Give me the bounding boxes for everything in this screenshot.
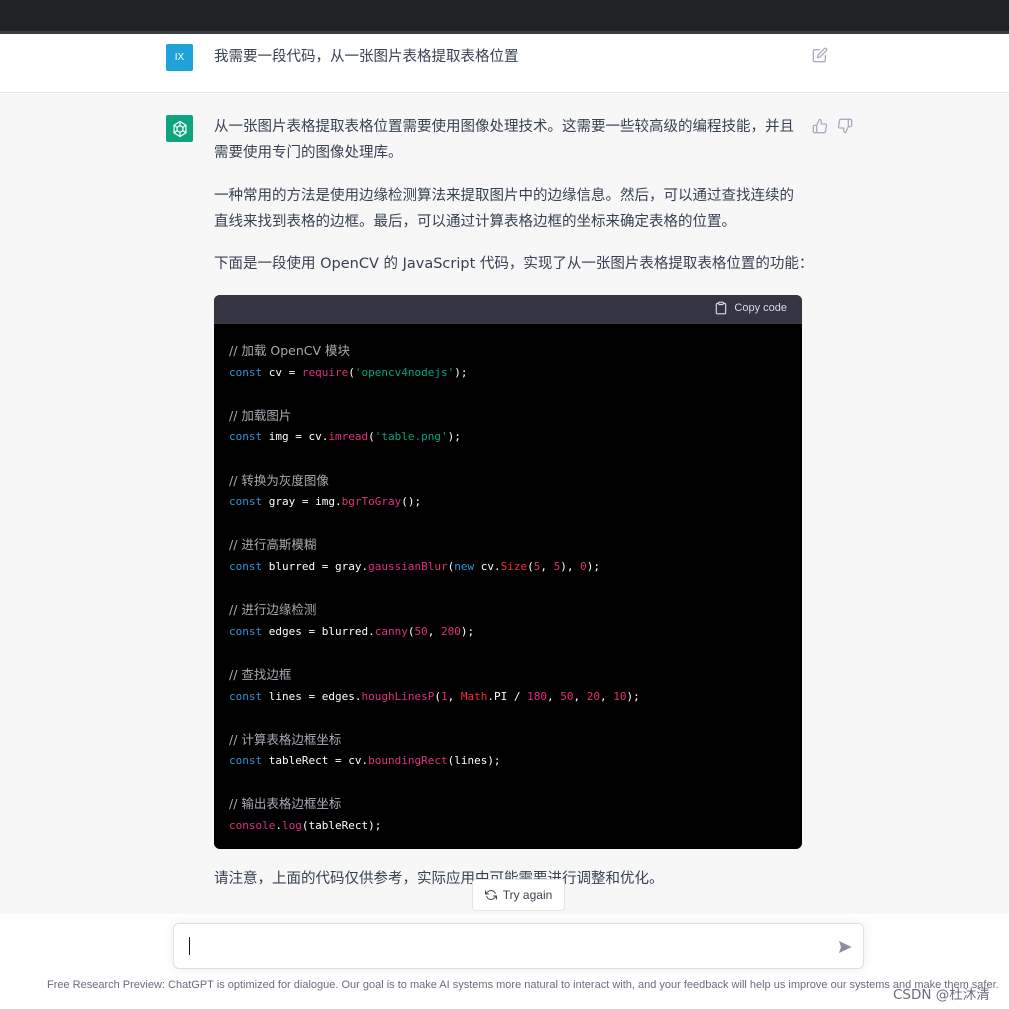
assistant-message-row: 从一张图片表格提取表格位置需要使用图像处理技术。这需要一些较高级的编程技能，并且… [0, 94, 1009, 914]
assistant-paragraph: 下面是一段使用 OpenCV 的 JavaScript 代码，实现了从一张图片表… [214, 256, 814, 272]
code-line: const blurred = gray.gaussianBlur(new cv… [229, 559, 600, 573]
user-message-row: IX 我需要一段代码，从一张图片表格提取表格位置 [0, 34, 1009, 93]
code-line: const edges = blurred.canny(50, 200); [229, 624, 475, 638]
assistant-paragraph: 从一张图片表格提取表格位置需要使用图像处理技术。这需要一些较高级的编程技能，并且… [214, 119, 794, 161]
code-line: const gray = img.bgrToGray(); [229, 495, 422, 509]
try-again-button[interactable]: Try again [472, 879, 565, 911]
copy-code-button[interactable]: Copy code [714, 301, 787, 315]
code-block-header: Copy code [214, 295, 802, 324]
code-line: const lines = edges.houghLinesP(1, Math.… [229, 689, 640, 703]
clipboard-icon [716, 301, 727, 315]
code-comment: // 加载图片 [229, 407, 292, 423]
code-comment: // 加载 OpenCV 模块 [229, 343, 351, 358]
code-comment: // 进行高斯模糊 [229, 537, 317, 553]
user-message-text: 我需要一段代码，从一张图片表格提取表格位置 [214, 49, 519, 65]
assistant-paragraph: 一种常用的方法是使用边缘检测算法来提取图片中的边缘信息。然后，可以通过查找连续的… [214, 188, 794, 230]
code-comment: // 进行边缘检测 [229, 602, 317, 618]
refresh-icon [484, 890, 497, 900]
user-avatar: IX [166, 44, 193, 71]
thumbs-up-icon[interactable] [812, 118, 828, 134]
footer-disclaimer: Free Research Preview: ChatGPT is optimi… [47, 979, 999, 991]
send-icon[interactable] [837, 939, 853, 955]
chatgpt-logo-icon [166, 115, 193, 142]
code-line: const tableRect = cv.boundingRect(lines)… [229, 754, 501, 768]
composer-area: Free Research Preview: ChatGPT is optimi… [0, 914, 1009, 1009]
code-line: const img = cv.imread('table.png'); [229, 430, 461, 444]
copy-code-label: Copy code [734, 302, 787, 314]
csdn-watermark: CSDN @杜沐清 [893, 987, 990, 1003]
code-comment: // 转换为灰度图像 [229, 472, 329, 488]
message-input[interactable] [173, 923, 864, 969]
edit-icon[interactable] [812, 47, 828, 63]
code-line: console.log(tableRect); [229, 819, 382, 833]
thumbs-down-icon[interactable] [837, 118, 853, 134]
code-comment: // 输出表格边框坐标 [229, 796, 342, 812]
code-block: Copy code // 加载 OpenCV 模块 const cv = requ… [214, 295, 802, 849]
top-bar [0, 0, 1009, 34]
code-line: const cv = require('opencv4nodejs'); [229, 365, 468, 379]
code-comment: // 计算表格边框坐标 [229, 731, 342, 747]
code-body: // 加载 OpenCV 模块 const cv = require('openc… [214, 324, 802, 849]
code-comment: // 查找边框 [229, 666, 292, 682]
text-caret [189, 937, 190, 955]
try-again-label: Try again [502, 888, 553, 902]
